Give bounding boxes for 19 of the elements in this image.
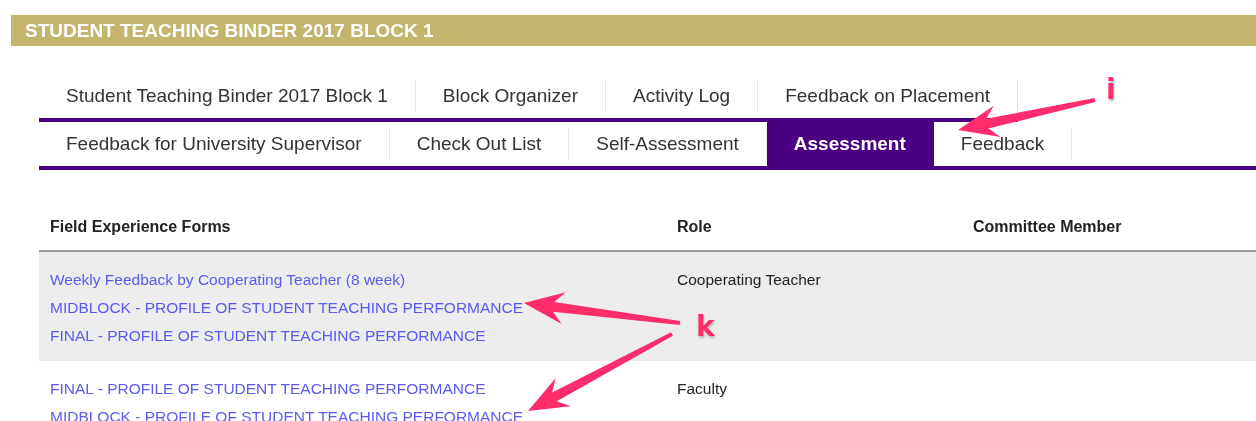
- role-cell-text: Faculty: [677, 379, 728, 398]
- column-header: Field Experience Forms: [50, 218, 232, 236]
- form-link[interactable]: FINAL - PROFILE OF STUDENT TEACHING PERFORMANCE: [50, 326, 677, 345]
- annotation-label: k: [696, 313, 715, 341]
- column-header: Committee Member: [973, 218, 1123, 236]
- column-header: Role: [677, 218, 713, 236]
- form-link[interactable]: MIDBLOCK - PROFILE OF STUDENT TEACHING PERFORMANCE: [50, 298, 677, 317]
- tab[interactable]: Block Organizer: [415, 80, 606, 112]
- tab[interactable]: Student Teaching Binder 2017 Block 1: [39, 80, 416, 112]
- annotation-label: i: [1106, 76, 1116, 104]
- form-link[interactable]: FINAL - PROFILE OF STUDENT TEACHING PERFORMANCE: [50, 379, 677, 398]
- tab[interactable]: Feedback for University Supervisor: [39, 128, 390, 160]
- banner-title: STUDENT TEACHING BINDER 2017 BLOCK 1: [25, 19, 434, 42]
- tab[interactable]: Self-Assessment: [569, 128, 767, 160]
- form-link[interactable]: Weekly Feedback by Cooperating Teacher (8 week): [50, 270, 677, 289]
- tab[interactable]: Check Out List: [389, 128, 570, 160]
- tab[interactable]: Assessment: [766, 122, 934, 166]
- tab[interactable]: Activity Log: [606, 80, 759, 112]
- role-cell-text: Cooperating Teacher: [677, 270, 822, 289]
